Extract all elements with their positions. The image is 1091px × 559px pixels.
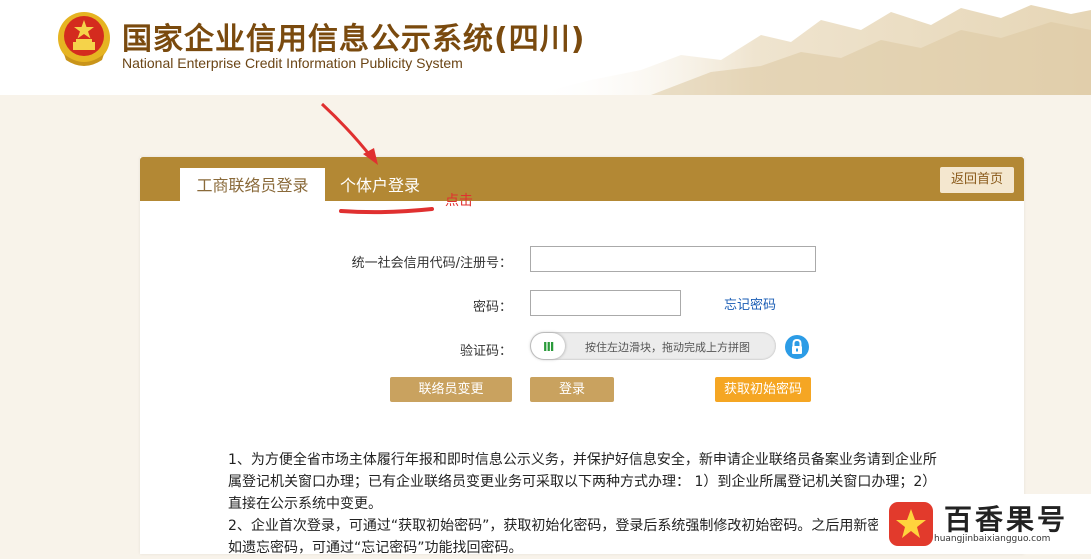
forgot-password-link[interactable]: 忘记密码: [724, 294, 776, 313]
tab-individual-login[interactable]: 个体户登录: [338, 168, 422, 201]
slider-hint-text: 按住左边滑块，拖动完成上方拼图: [585, 341, 750, 354]
mountain-landscape-decoration: [531, 5, 1091, 95]
national-emblem-icon: [58, 12, 110, 66]
back-home-button[interactable]: 返回首页: [940, 167, 1014, 193]
login-tab-bar: 工商联络员登录 个体户登录 返回首页: [140, 157, 1024, 201]
login-button[interactable]: 登录: [530, 377, 614, 402]
watermark-url: huangjinbaixiangguo.com: [934, 534, 1051, 544]
change-liaison-button[interactable]: 联络员变更: [390, 377, 512, 402]
watermark-name: 百香果号: [944, 503, 1069, 536]
lock-icon[interactable]: [785, 335, 809, 359]
annotation-click-text: 点击: [445, 193, 473, 209]
slider-grip-icon: III: [543, 340, 554, 354]
captcha-label: 验证码：: [459, 344, 512, 359]
captcha-slider[interactable]: III 按住左边滑块，拖动完成上方拼图: [530, 332, 776, 360]
tab-liaison-login[interactable]: 工商联络员登录: [180, 168, 325, 201]
site-title: 国家企业信用信息公示系统(四川): [122, 22, 586, 57]
notice-item-2: 2、企业首次登录，可通过“获取初始密码”，获取初始化密码，登录后系统强制修改初始…: [228, 518, 938, 556]
watermark-logo: 百香果号 huangjinbaixiangguo.com: [878, 494, 1091, 554]
get-initial-password-button[interactable]: 获取初始密码: [715, 377, 811, 402]
login-notice: 1、为方便全省市场主体履行年报和即时信息公示义务，并保护好信息安全，新申请企业联…: [228, 449, 948, 559]
password-input[interactable]: [530, 290, 681, 316]
slider-handle[interactable]: III: [531, 333, 565, 359]
notice-item-1: 1、为方便全省市场主体履行年报和即时信息公示义务，并保护好信息安全，新申请企业联…: [228, 452, 937, 512]
site-header: 国家企业信用信息公示系统(四川) National Enterprise Cre…: [0, 0, 1091, 95]
password-label: 密码：: [472, 300, 512, 315]
site-subtitle-english: National Enterprise Credit Information P…: [122, 55, 463, 71]
star-logo-icon: [889, 502, 933, 546]
credit-code-label: 统一社会信用代码/注册号：: [351, 256, 512, 271]
credit-code-input[interactable]: [530, 246, 816, 272]
